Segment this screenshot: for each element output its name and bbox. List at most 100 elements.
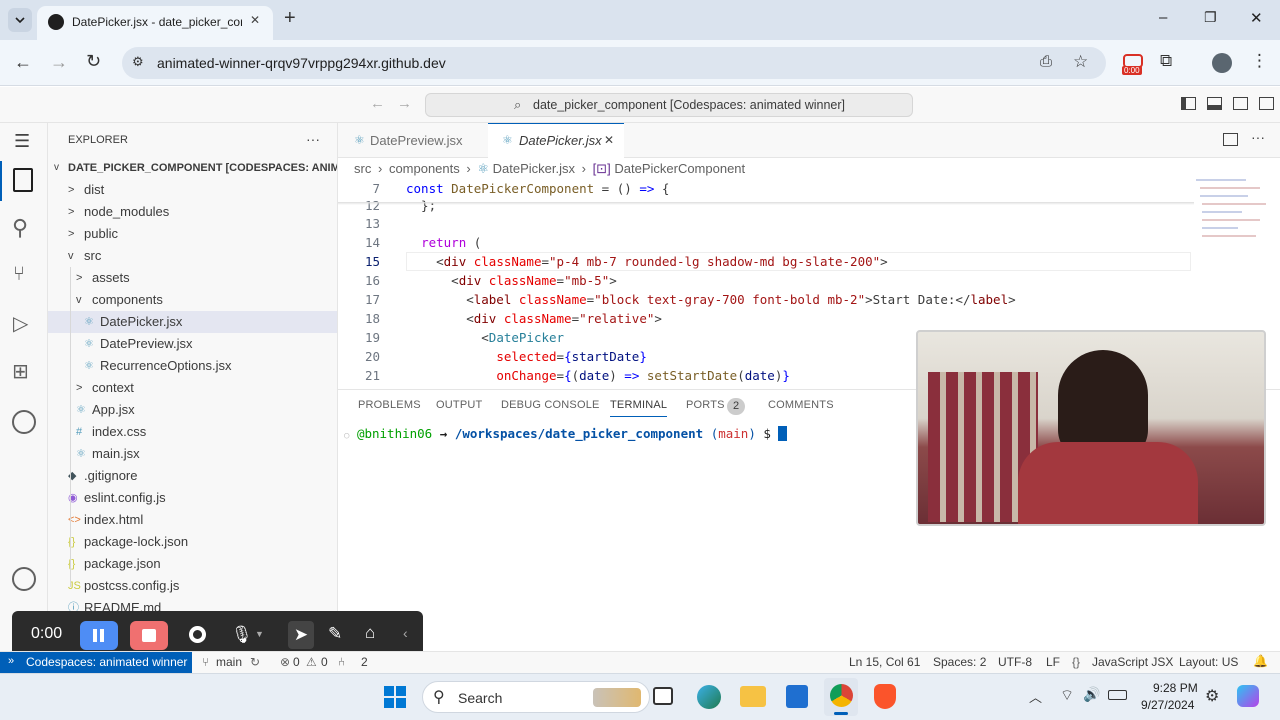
terminal-prompt[interactable]: ○ @bnithin06 → /workspaces/date_picker_c… — [344, 426, 788, 441]
status-warnings[interactable]: 0 — [321, 655, 328, 669]
tray-chevron-icon[interactable]: ︿ — [1029, 687, 1042, 706]
microsoft-store-icon[interactable] — [786, 685, 808, 708]
remote-indicator[interactable]: » Codespaces: animated winner — [0, 652, 192, 673]
tab-comments[interactable]: COMMENTS — [768, 393, 834, 417]
taskbar-time[interactable]: 9:28 PM — [1153, 681, 1198, 695]
tab-search-chevron-icon[interactable] — [8, 8, 32, 32]
explorer-item[interactable]: > context — [48, 377, 337, 399]
explorer-item[interactable]: v src — [48, 245, 337, 267]
explorer-item[interactable]: # index.css — [48, 421, 337, 443]
breadcrumb-file[interactable]: DatePicker.jsx — [493, 161, 575, 176]
breadcrumb-components[interactable]: components — [389, 161, 460, 176]
task-view-icon[interactable] — [653, 687, 673, 705]
explorer-item[interactable]: JS postcss.config.js — [48, 575, 337, 597]
extensions-icon[interactable]: ⊞ — [12, 359, 29, 384]
address-bar[interactable]: ⚙ animated-winner-qrqv97vrppg294xr.githu… — [122, 47, 1106, 79]
breadcrumb-src[interactable]: src — [354, 161, 371, 176]
pen-tool-icon[interactable]: ✎ — [328, 624, 342, 644]
reload-icon[interactable]: ↻ — [86, 51, 101, 72]
menu-hamburger-icon[interactable]: ☰ — [14, 131, 30, 152]
taskbar-search-box[interactable]: ⚲ Search — [422, 681, 650, 713]
tab-problems[interactable]: PROBLEMS — [358, 393, 421, 417]
explorer-item[interactable]: > assets — [48, 267, 337, 289]
forward-icon[interactable]: → — [50, 52, 68, 73]
command-center[interactable]: ⌕ date_picker_component [Codespaces: ani… — [425, 93, 913, 117]
status-errors[interactable]: 0 — [293, 655, 300, 669]
minimap[interactable] — [1194, 179, 1270, 249]
browser-tab-active[interactable]: DatePicker.jsx - date_picker_cor ✕ — [37, 6, 273, 40]
edge-browser-icon[interactable] — [697, 685, 721, 709]
pause-recording-button[interactable] — [80, 621, 118, 650]
language-mode[interactable]: JavaScript JSX — [1092, 655, 1173, 669]
bookmark-star-icon[interactable]: ☆ — [1073, 52, 1088, 72]
profile-avatar[interactable] — [1212, 53, 1232, 73]
browser-menu-icon[interactable]: ⋮ — [1251, 51, 1268, 71]
back-icon[interactable]: ← — [14, 52, 32, 73]
file-explorer-icon[interactable] — [740, 686, 766, 707]
clear-drawings-icon[interactable]: ⌂ — [365, 623, 375, 643]
error-icon[interactable]: ⊗ — [280, 655, 290, 669]
toggle-secondary-sidebar-icon[interactable] — [1233, 97, 1248, 110]
windows-start-icon[interactable] — [384, 686, 406, 708]
tab-output[interactable]: OUTPUT — [436, 393, 482, 417]
explorer-item[interactable]: ◉ eslint.config.js — [48, 487, 337, 509]
explorer-item[interactable]: > node_modules — [48, 201, 337, 223]
tab-terminal[interactable]: TERMINAL — [610, 393, 668, 417]
github-icon[interactable] — [12, 410, 36, 434]
extensions-puzzle-icon[interactable]: ⧉ — [1160, 51, 1172, 71]
keyboard-layout[interactable]: Layout: US — [1179, 655, 1238, 669]
end-of-line[interactable]: LF — [1046, 655, 1060, 669]
webcam-toggle-icon[interactable] — [189, 626, 206, 643]
accounts-icon[interactable] — [12, 567, 36, 591]
nav-forward-icon[interactable]: → — [397, 95, 412, 112]
tab-datepreview[interactable]: ⚛ DatePreview.jsx — [338, 123, 488, 158]
explorer-item[interactable]: {} package-lock.json — [48, 531, 337, 553]
cursor-tool-icon[interactable]: ➤ — [288, 621, 314, 649]
new-tab-button[interactable]: + — [284, 7, 296, 30]
toggle-sidebar-icon[interactable] — [1181, 97, 1196, 110]
explorer-root-folder[interactable]: v DATE_PICKER_COMPONENT [CODESPACES: ANI… — [48, 157, 337, 179]
restore-button[interactable]: ❐ — [1204, 9, 1217, 26]
tab-ports[interactable]: PORTS — [686, 393, 725, 417]
ports-icon[interactable]: ⑃ — [338, 655, 345, 669]
explorer-item[interactable]: {} package.json — [48, 553, 337, 575]
explorer-item[interactable]: ⚛ DatePicker.jsx — [48, 311, 337, 333]
split-editor-icon[interactable] — [1223, 133, 1238, 146]
editor-more-icon[interactable]: ··· — [1251, 129, 1265, 145]
recorder-extension-icon[interactable]: 0:00 — [1122, 54, 1144, 76]
explorer-item[interactable]: <> index.html — [48, 509, 337, 531]
sync-icon[interactable]: ↻ — [250, 655, 260, 669]
explorer-item[interactable]: ⚛ App.jsx — [48, 399, 337, 421]
microphone-icon[interactable]: 🎙 — [231, 625, 253, 645]
copilot-icon[interactable] — [1237, 685, 1259, 707]
tab-debug-console[interactable]: DEBUG CONSOLE — [501, 393, 600, 417]
install-app-icon[interactable]: ⎙ — [1040, 53, 1052, 70]
site-info-icon[interactable]: ⚙ — [132, 54, 144, 70]
stop-recording-button[interactable] — [130, 621, 168, 650]
status-branch[interactable]: main — [216, 655, 242, 669]
explorer-item[interactable]: > dist — [48, 179, 337, 201]
customize-layout-icon[interactable] — [1259, 97, 1274, 110]
status-ports[interactable]: 2 — [361, 655, 368, 669]
cursor-position[interactable]: Ln 15, Col 61 — [849, 655, 920, 669]
run-debug-icon[interactable]: ▷ — [13, 311, 28, 336]
url-text[interactable]: animated-winner-qrqv97vrppg294xr.github.… — [157, 55, 446, 71]
explorer-item[interactable]: ⚛ RecurrenceOptions.jsx — [48, 355, 337, 377]
mic-dropdown-icon[interactable]: ▼ — [255, 629, 264, 639]
explorer-item[interactable]: > public — [48, 223, 337, 245]
branch-icon[interactable]: ⑂ — [202, 655, 209, 669]
breadcrumb-symbol[interactable]: DatePickerComponent — [614, 161, 745, 176]
source-control-icon[interactable]: ⑂ — [13, 263, 25, 286]
explorer-files-icon[interactable] — [13, 168, 33, 192]
search-icon[interactable]: ⚲ — [12, 215, 28, 241]
taskbar-date[interactable]: 9/27/2024 — [1141, 698, 1194, 712]
toggle-panel-icon[interactable] — [1207, 97, 1222, 110]
battery-icon[interactable] — [1108, 690, 1127, 700]
minimize-button[interactable]: – — [1159, 9, 1167, 26]
explorer-item[interactable]: v components — [48, 289, 337, 311]
collapse-toolbar-icon[interactable]: ‹ — [403, 625, 408, 641]
tab-close-icon[interactable]: ✕ — [604, 133, 614, 147]
wifi-icon[interactable]: ⌔ — [1060, 686, 1074, 705]
chrome-taskbar-button[interactable] — [824, 678, 858, 716]
tab-datepicker[interactable]: ⚛ DatePicker.jsx ✕ — [488, 123, 624, 159]
